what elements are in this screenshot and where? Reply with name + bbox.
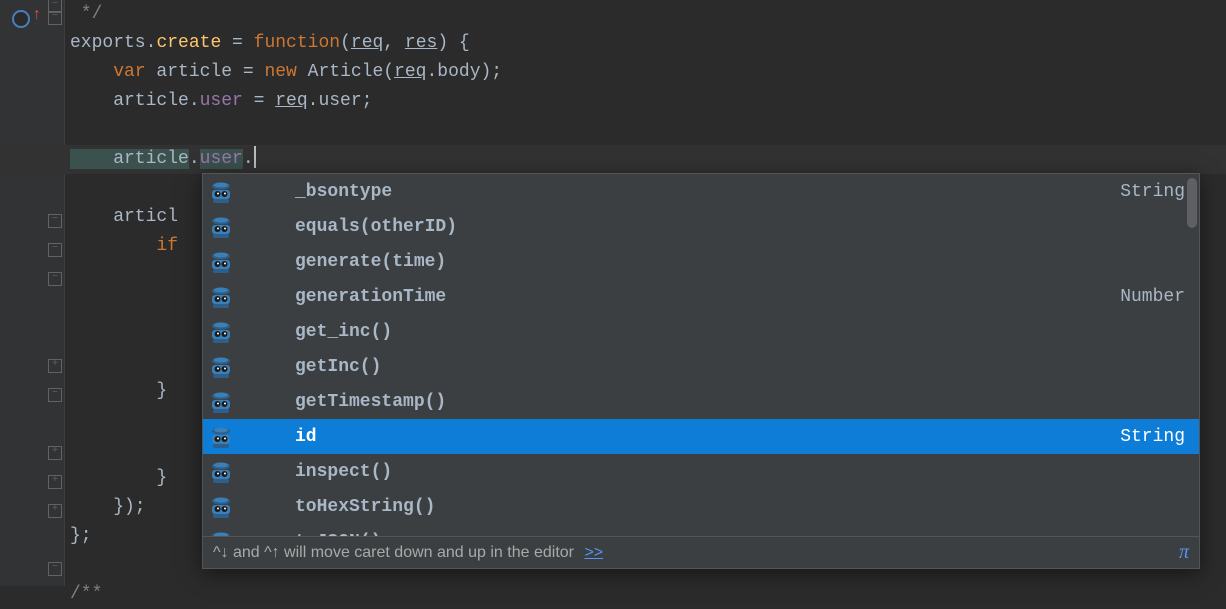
code-token: exports xyxy=(70,33,146,53)
param-token: req xyxy=(394,62,426,82)
autocomplete-item-label: generate(time) xyxy=(295,252,1185,272)
autocomplete-item-label: getInc() xyxy=(295,357,1185,377)
fold-icon[interactable] xyxy=(48,243,62,257)
code-token: article. xyxy=(70,91,200,111)
fold-expand-icon[interactable] xyxy=(48,504,62,518)
code-token: = xyxy=(243,91,275,111)
fold-icon[interactable] xyxy=(48,11,62,25)
fold-icon[interactable] xyxy=(48,214,62,228)
comment-text: */ xyxy=(70,4,102,24)
spy-icon xyxy=(209,285,233,309)
fold-icon[interactable] xyxy=(48,388,62,402)
spy-icon xyxy=(209,250,233,274)
param-token: res xyxy=(405,33,437,53)
keyword-token: if xyxy=(70,236,178,256)
autocomplete-item[interactable]: getInc() xyxy=(203,349,1199,384)
param-token: req xyxy=(275,91,307,111)
code-token: }); xyxy=(70,497,146,517)
property-token: user xyxy=(200,149,243,169)
code-token: , xyxy=(383,33,405,53)
fold-expand-icon[interactable] xyxy=(48,475,62,489)
autocomplete-item[interactable]: inspect() xyxy=(203,454,1199,489)
param-token: req xyxy=(351,33,383,53)
spy-icon xyxy=(209,180,233,204)
autocomplete-hint: ^↓ and ^↑ will move caret down and up in… xyxy=(203,536,1199,568)
code-token: ( xyxy=(340,33,351,53)
autocomplete-item[interactable]: toHexString() xyxy=(203,489,1199,524)
code-token: article xyxy=(70,149,189,169)
scrollbar[interactable] xyxy=(1187,178,1197,228)
code-token: articl xyxy=(70,207,178,227)
code-token: } xyxy=(70,468,167,488)
autocomplete-item[interactable]: generationTimeNumber xyxy=(203,279,1199,314)
override-marker-icon[interactable] xyxy=(12,10,30,28)
code-token: } xyxy=(70,381,167,401)
fold-expand-icon[interactable] xyxy=(48,446,62,460)
autocomplete-item[interactable]: generate(time) xyxy=(203,244,1199,279)
code-token: create xyxy=(156,33,221,53)
code-token: Article( xyxy=(297,62,394,82)
autocomplete-item[interactable]: getTimestamp() xyxy=(203,384,1199,419)
code-token: . xyxy=(243,149,254,169)
comment-text: /** xyxy=(70,584,102,604)
autocomplete-item-label: inspect() xyxy=(295,462,1185,482)
spy-icon xyxy=(209,390,233,414)
autocomplete-item-label: _bsontype xyxy=(295,182,1120,202)
autocomplete-list[interactable]: _bsontypeStringequals(otherID)generate(t… xyxy=(203,174,1199,536)
autocomplete-item-type: String xyxy=(1120,427,1185,447)
keyword-token: function xyxy=(254,33,340,53)
autocomplete-item-label: getTimestamp() xyxy=(295,392,1185,412)
code-token: }; xyxy=(70,526,92,546)
spy-icon xyxy=(209,460,233,484)
autocomplete-item-label: generationTime xyxy=(295,287,1120,307)
property-token: user xyxy=(200,91,243,111)
text-cursor xyxy=(254,146,256,168)
spy-icon xyxy=(209,495,233,519)
autocomplete-item-type: Number xyxy=(1120,287,1185,307)
spy-icon xyxy=(209,530,233,537)
autocomplete-item-type: String xyxy=(1120,182,1185,202)
up-arrow-icon[interactable]: ↑ xyxy=(32,6,42,24)
autocomplete-item[interactable]: _bsontypeString xyxy=(203,174,1199,209)
spy-icon xyxy=(209,215,233,239)
autocomplete-item-label: toJSON() xyxy=(295,532,1185,537)
autocomplete-item-label: id xyxy=(295,427,1120,447)
pi-icon[interactable]: π xyxy=(1179,541,1189,564)
spy-icon xyxy=(209,320,233,344)
keyword-token: new xyxy=(264,62,296,82)
autocomplete-item[interactable]: get_inc() xyxy=(203,314,1199,349)
spy-icon xyxy=(209,355,233,379)
hint-link[interactable]: >> xyxy=(584,544,603,561)
code-token: . xyxy=(189,149,200,169)
fold-icon[interactable] xyxy=(48,562,62,576)
code-token: ) { xyxy=(437,33,469,53)
editor-gutter: ↑ xyxy=(0,0,65,586)
autocomplete-item[interactable]: equals(otherID) xyxy=(203,209,1199,244)
code-token: .body); xyxy=(426,62,502,82)
code-token: article = xyxy=(146,62,265,82)
fold-expand-icon[interactable] xyxy=(48,359,62,373)
autocomplete-item-label: get_inc() xyxy=(295,322,1185,342)
keyword-token: var xyxy=(70,62,146,82)
autocomplete-item[interactable]: toJSON() xyxy=(203,524,1199,536)
code-token: = xyxy=(221,33,253,53)
code-token: . xyxy=(146,33,157,53)
autocomplete-item-label: equals(otherID) xyxy=(295,217,1185,237)
code-token: .user; xyxy=(308,91,373,111)
fold-icon[interactable] xyxy=(48,272,62,286)
autocomplete-item-label: toHexString() xyxy=(295,497,1185,517)
autocomplete-item[interactable]: idString xyxy=(203,419,1199,454)
hint-text: ^↓ and ^↑ will move caret down and up in… xyxy=(213,544,578,561)
autocomplete-popup: _bsontypeStringequals(otherID)generate(t… xyxy=(202,173,1200,569)
spy-icon xyxy=(209,425,233,449)
